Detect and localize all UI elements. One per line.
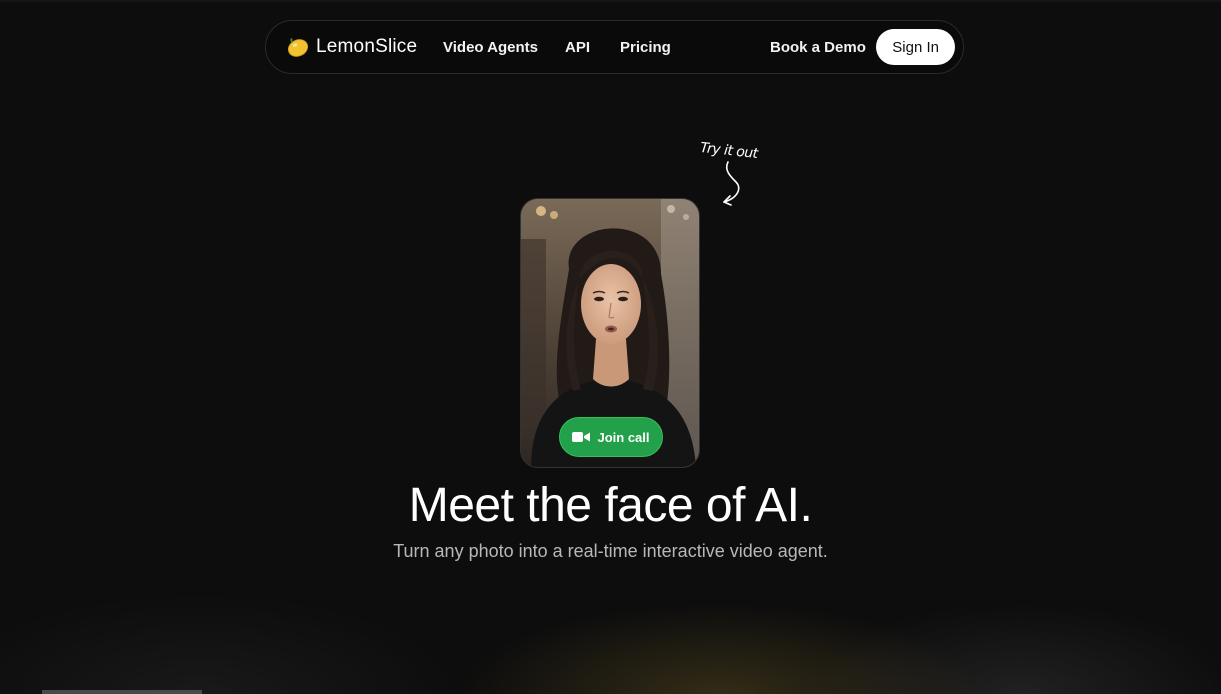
nav-link-video-agents[interactable]: Video Agents [443, 39, 538, 56]
join-call-label: Join call [597, 429, 650, 445]
top-navigation: LemonSlice Video Agents API Pricing Book… [265, 20, 964, 74]
video-agent-card[interactable]: Join call [520, 198, 700, 468]
video-camera-icon [572, 432, 591, 442]
hand-drawn-arrow-icon [723, 161, 740, 206]
book-demo-link[interactable]: Book a Demo [770, 39, 866, 56]
brand-name: LemonSlice [316, 36, 418, 57]
lemon-icon [287, 38, 309, 57]
horizontal-scrollbar[interactable] [42, 690, 202, 694]
hero-title: Meet the face of AI. [408, 479, 813, 532]
page: LemonSlice Video Agents API Pricing Book… [0, 0, 1221, 694]
sign-in-button[interactable]: Sign In [876, 29, 955, 65]
nav-link-api[interactable]: API [565, 39, 590, 56]
nav-link-pricing[interactable]: Pricing [620, 39, 671, 56]
brand-logo[interactable]: LemonSlice [286, 35, 417, 59]
try-it-out-annotation: Try it out [699, 140, 759, 162]
window-top-edge [0, 0, 1221, 2]
hero-subtitle: Turn any photo into a real-time interact… [393, 541, 828, 561]
join-call-button[interactable]: Join call [559, 417, 663, 457]
